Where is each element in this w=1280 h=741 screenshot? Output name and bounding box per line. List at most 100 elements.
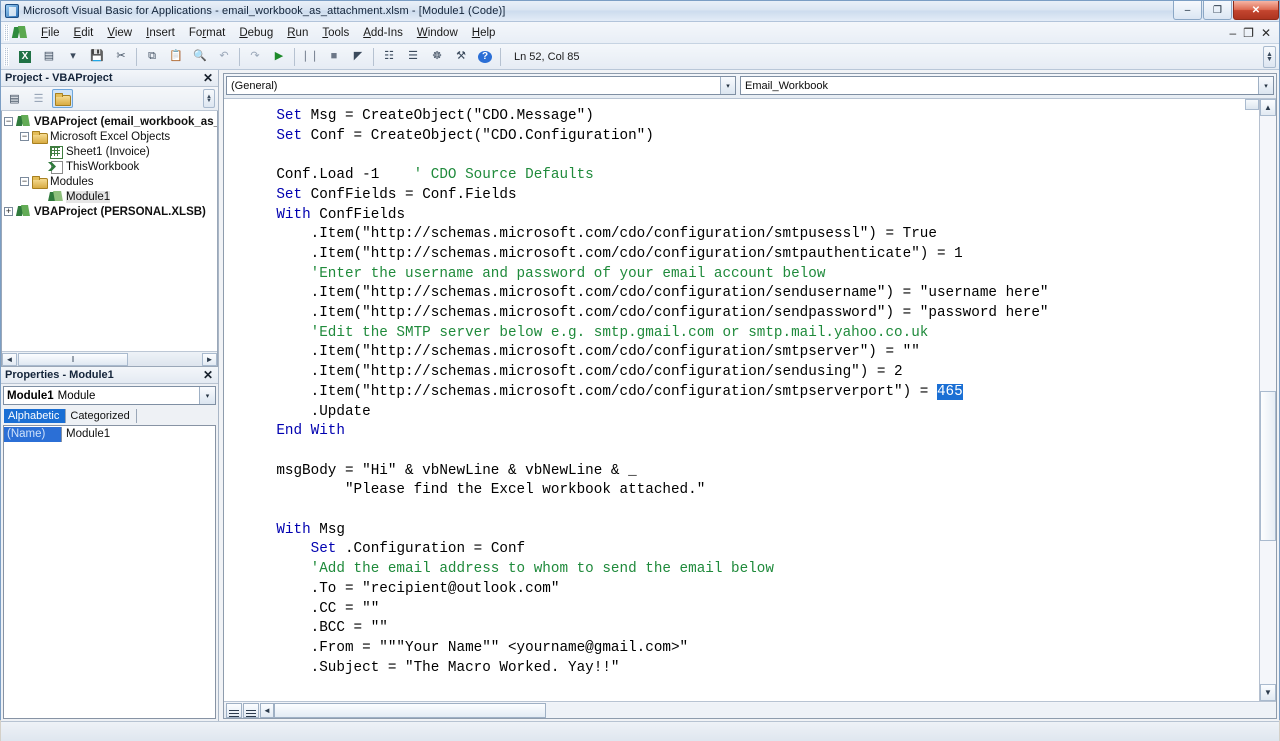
insert-userform-icon: ▤: [44, 51, 54, 62]
properties-object-combo[interactable]: Module1 Module ▾: [3, 386, 216, 405]
vscroll-track[interactable]: [1260, 116, 1276, 684]
tree-item-modules[interactable]: −Modules: [2, 174, 217, 189]
tree-item-module1[interactable]: Module1: [2, 189, 217, 204]
code-segment: ConfFields = Conf.Fields: [302, 187, 517, 203]
menu-item-view[interactable]: View: [100, 24, 139, 42]
menu-item-run[interactable]: Run: [280, 24, 315, 42]
scroll-up-button[interactable]: ▲: [1260, 99, 1276, 116]
view-code-button[interactable]: ▤: [4, 89, 25, 108]
procedure-view-button[interactable]: [226, 703, 242, 718]
tab-alphabetic[interactable]: Alphabetic: [4, 409, 66, 423]
hscroll-left-button[interactable]: ◄: [2, 353, 17, 366]
hscroll-right-button[interactable]: ►: [202, 353, 217, 366]
menu-item-file[interactable]: File: [34, 24, 67, 42]
tree-item-vbaproject-email-workbook-as[interactable]: − VBAProject (email_workbook_as_: [2, 114, 217, 129]
code-segment: .To = "recipient@outlook.com": [242, 581, 559, 597]
run-icon[interactable]: ▶: [268, 46, 290, 68]
properties-window-icon[interactable]: ☰: [402, 46, 424, 68]
hscroll-left-button[interactable]: ◄: [260, 703, 274, 718]
code-text[interactable]: Set Msg = CreateObject("CDO.Message") Se…: [224, 99, 1276, 678]
paste-icon[interactable]: 📋: [165, 46, 187, 68]
close-button[interactable]: ✕: [1233, 1, 1279, 20]
code-comment: 'Add the email address to whom to send t…: [311, 561, 774, 577]
redo-icon[interactable]: ↷: [244, 46, 266, 68]
code-area-container: (General) ▾ Email_Workbook ▾ Set Msg = C…: [219, 70, 1279, 721]
cut-icon[interactable]: ✂: [110, 46, 132, 68]
project-explorer-icon[interactable]: ☷: [378, 46, 400, 68]
project-tree-hscrollbar[interactable]: ◄ ‖ ►: [2, 351, 217, 366]
chevron-down-icon[interactable]: ▾: [199, 387, 215, 404]
code-segment: [242, 128, 276, 144]
menu-item-window[interactable]: Window: [410, 24, 465, 42]
reset-icon[interactable]: ■: [323, 46, 345, 68]
full-module-view-button[interactable]: [243, 703, 259, 718]
mdi-restore-button[interactable]: ❐: [1243, 26, 1254, 40]
code-editor[interactable]: Set Msg = CreateObject("CDO.Message") Se…: [224, 99, 1276, 701]
properties-panel-close-icon[interactable]: ✕: [200, 368, 216, 382]
project-tree[interactable]: −VBAProject (email_workbook_as_−Microsof…: [1, 111, 218, 367]
code-segment: .Item("http://schemas.microsoft.com/cdo/…: [242, 384, 937, 400]
code-comment: 'Enter the username and password of your…: [311, 266, 826, 282]
code-segment: .Item("http://schemas.microsoft.com/cdo/…: [242, 344, 920, 360]
minimize-button[interactable]: –: [1173, 1, 1202, 20]
menu-item-tools[interactable]: Tools: [315, 24, 356, 42]
tab-categorized[interactable]: Categorized: [66, 409, 136, 423]
maximize-button[interactable]: ❐: [1203, 1, 1232, 20]
insert-userform-icon[interactable]: ▤: [38, 46, 60, 68]
view-excel-icon[interactable]: X: [14, 46, 36, 68]
menu-item-edit[interactable]: Edit: [67, 24, 101, 42]
code-segment: .CC = "": [242, 601, 379, 617]
toolbox-icon[interactable]: ⚒: [450, 46, 472, 68]
view-object-button[interactable]: ☰: [28, 89, 49, 108]
tree-expander-icon[interactable]: −: [4, 117, 13, 126]
object-browser-icon[interactable]: ☸: [426, 46, 448, 68]
chevron-down-icon[interactable]: ▾: [720, 77, 735, 94]
chevron-down-icon[interactable]: ▾: [1258, 77, 1273, 94]
properties-object-type: Module: [58, 390, 96, 402]
hscroll-thumb[interactable]: [274, 703, 546, 718]
menu-item-debug[interactable]: Debug: [232, 24, 280, 42]
tree-item-thisworkbook[interactable]: ThisWorkbook: [2, 159, 217, 174]
tree-expander-icon[interactable]: −: [20, 177, 29, 186]
design-mode-icon[interactable]: ◤: [347, 46, 369, 68]
tree-expander-icon[interactable]: −: [20, 132, 29, 141]
toolbar-overflow-button[interactable]: ▲ ▼: [1263, 46, 1276, 68]
menu-item-insert[interactable]: Insert: [139, 24, 182, 42]
copy-icon[interactable]: ⧉: [141, 46, 163, 68]
property-value-cell[interactable]: Module1: [62, 428, 110, 440]
property-row[interactable]: (Name) Module1: [4, 426, 215, 442]
project-panel-close-icon[interactable]: ✕: [200, 71, 216, 85]
tree-item-microsoft-excel-objects[interactable]: −Microsoft Excel Objects: [2, 129, 217, 144]
save-icon[interactable]: 💾: [86, 46, 108, 68]
code-segment: [242, 423, 276, 439]
tree-item-label: VBAProject (email_workbook_as_: [34, 116, 218, 128]
menu-drag-handle[interactable]: [4, 25, 9, 41]
view-code-icon: ▤: [9, 92, 19, 105]
tree-item-sheet1-invoice[interactable]: Sheet1 (Invoice): [2, 144, 217, 159]
object-dropdown[interactable]: (General) ▾: [226, 76, 736, 95]
tree-expander-icon[interactable]: +: [4, 207, 13, 216]
mdi-close-button[interactable]: ✕: [1261, 26, 1271, 40]
mdi-minimize-button[interactable]: –: [1229, 26, 1236, 40]
insert-dropdown-icon[interactable]: ▾: [62, 46, 84, 68]
code-vscrollbar[interactable]: ▲ ▼: [1259, 99, 1276, 701]
menu-item-help[interactable]: Help: [465, 24, 503, 42]
properties-grid[interactable]: (Name) Module1: [3, 425, 216, 719]
toggle-folders-button[interactable]: [52, 89, 73, 108]
menu-item-format[interactable]: Format: [182, 24, 232, 42]
find-icon[interactable]: 🔍: [189, 46, 211, 68]
project-toolbar-overflow[interactable]: ▲ ▼: [203, 89, 215, 108]
toolbar-drag-handle[interactable]: [4, 48, 9, 66]
vscroll-thumb[interactable]: [1260, 391, 1276, 541]
tree-item-vbaproject-personal-xlsb[interactable]: +VBAProject (PERSONAL.XLSB): [2, 204, 217, 219]
split-bar-handle[interactable]: [1245, 99, 1259, 110]
menu-item-add-ins[interactable]: Add-Ins: [356, 24, 410, 42]
scroll-down-button[interactable]: ▼: [1260, 684, 1276, 701]
undo-icon[interactable]: ↶: [213, 46, 235, 68]
break-icon[interactable]: ❘❘: [299, 46, 321, 68]
procedure-dropdown[interactable]: Email_Workbook ▾: [740, 76, 1274, 95]
hscroll-track[interactable]: [546, 703, 1276, 718]
hscroll-thumb[interactable]: ‖: [18, 353, 128, 366]
toolbar-separator: [373, 48, 374, 66]
help-icon[interactable]: ?: [474, 46, 496, 68]
